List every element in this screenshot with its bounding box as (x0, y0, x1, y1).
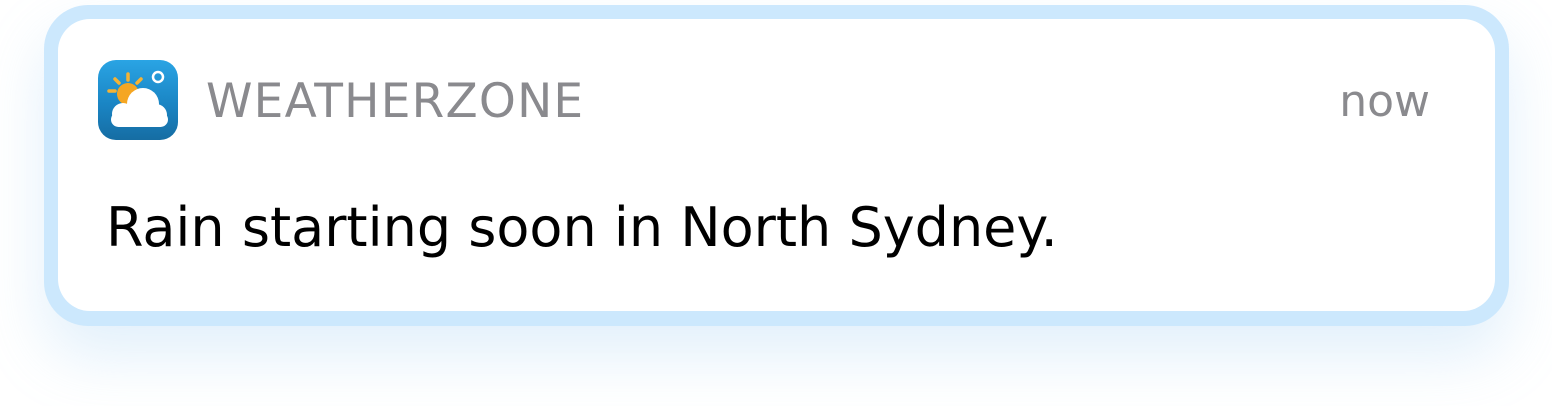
notification-card[interactable] (58, 19, 1495, 311)
sun-cloud-icon (107, 70, 168, 127)
app-name: WEATHERZONE (206, 74, 585, 129)
notification-stage: WEATHERZONE now Rain starting soon in No… (0, 0, 1552, 406)
weather-app-icon (98, 60, 178, 140)
notification-message: Rain starting soon in North Sydney. (106, 196, 1058, 259)
notification-timestamp: now (1339, 76, 1430, 127)
